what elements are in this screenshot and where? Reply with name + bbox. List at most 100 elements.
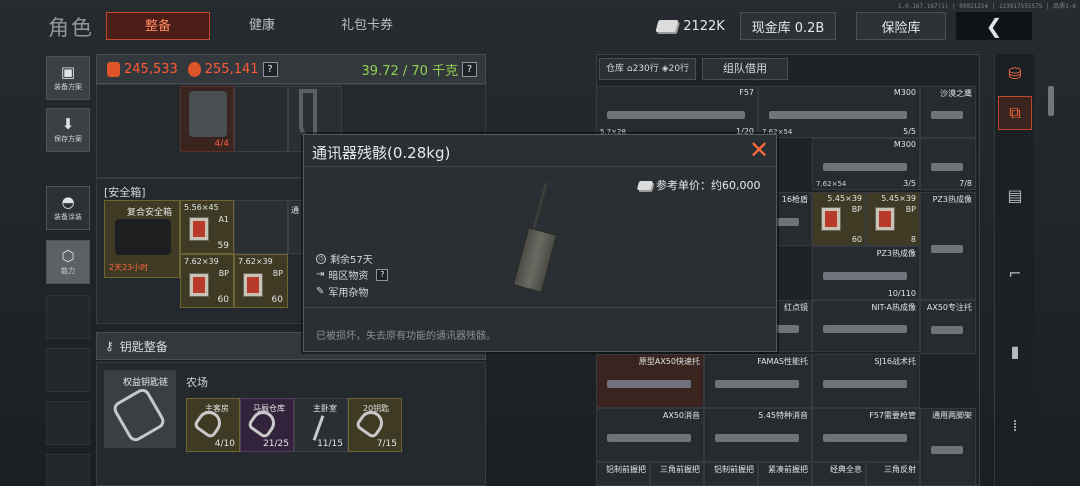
item-name: AX50消音 [662, 411, 700, 420]
sidebar-loadout-plan[interactable]: ▣ 装备方案 [46, 56, 90, 100]
item-name: AX50专注托 [926, 303, 972, 312]
inventory-tab-storage[interactable]: 仓库 ⌂230行 ◈20行 [599, 58, 697, 80]
equipment-slot[interactable]: 4/4 [180, 86, 234, 152]
inventory-cell[interactable]: 铝制前握把 [704, 462, 758, 486]
inventory-cell[interactable]: F57 5.7×28 1/20 [596, 86, 758, 138]
inventory-cell[interactable]: 通用两脚架 [920, 408, 976, 486]
safe-button[interactable]: 保险库 [856, 12, 946, 40]
rifle-icon[interactable]: ⌐ [998, 256, 1032, 290]
safe-box-title-text: 安全箱 [108, 186, 142, 199]
weapon-part-icon [823, 272, 907, 280]
tab-label: 仓库 [606, 64, 625, 74]
inventory-cell[interactable]: 5.45特种消音 [704, 408, 812, 462]
item-name: 16枪盾 [781, 195, 808, 204]
helmet-icon: ◓ [61, 193, 75, 211]
sidebar-empty-slot [46, 348, 90, 392]
item-name: 5.45特种消音 [758, 411, 808, 420]
weapon-part-icon [769, 111, 907, 119]
magazine-icon[interactable]: ▮ [998, 334, 1032, 368]
inventory-cell[interactable]: 5.45×39 BP 60 [812, 192, 866, 246]
key-count: 11/15 [317, 439, 343, 449]
item-name: 紧凑前握把 [768, 465, 808, 474]
item-name: 5.45×39 [881, 194, 916, 203]
inventory-cell[interactable]: AX50消音 [596, 408, 704, 462]
exit-icon: ⇥ [316, 269, 325, 280]
price-label: 参考单价：约60,000 [656, 179, 761, 192]
sidebar-equipment-skin[interactable]: ◓ 装备涂装 [46, 186, 90, 230]
inventory-cell[interactable]: AX50专注托 [920, 300, 976, 354]
ticket-icon: ◈ [661, 64, 669, 74]
item-count: 3/5 [903, 179, 916, 188]
key-chain-slot[interactable]: 权益钥匙链 [104, 370, 176, 448]
cash-store-button[interactable]: 现金库 0.2B [740, 12, 836, 40]
inventory-cell[interactable]: 紧凑前握把 [758, 462, 812, 486]
inventory-tab-team-borrow[interactable]: 组队借用 [702, 58, 789, 80]
inventory-cell[interactable]: NIT-A热成像 [812, 300, 920, 352]
inventory-cell[interactable]: 铝制前握把 [596, 462, 650, 486]
safe-empty-slot[interactable] [234, 200, 288, 254]
vest-icon[interactable]: ▤ [998, 178, 1032, 212]
chevron-left-icon: ❮ [985, 14, 1003, 38]
key-slot[interactable]: 马厩仓库 21/25 [240, 398, 294, 452]
weapon-part-icon [931, 326, 963, 334]
layers-icon[interactable]: ⧉ [998, 96, 1032, 130]
inventory-cell[interactable]: 原型AX50快速托 [596, 354, 704, 408]
ammo-slot[interactable]: 7.62×39 BP 60 [234, 254, 288, 308]
key-slot[interactable]: 主客房 4/10 [186, 398, 240, 452]
stats-bar: 245,533 255,141 ? 39.72 / 70 千克 ? [96, 54, 486, 84]
item-name: 5.45×39 [827, 194, 862, 203]
scrollbar[interactable] [1048, 86, 1054, 116]
sidebar-ability[interactable]: ⬡ 能力 [46, 240, 90, 284]
market-text: 暗区物资 [328, 271, 369, 282]
inventory-cell[interactable]: 三角反射 [866, 462, 920, 486]
tab-health[interactable]: 健康 [212, 12, 312, 40]
safe-box-icon [115, 219, 171, 255]
help-icon[interactable]: ? [262, 61, 278, 77]
game-screen: 角色 整备 健康 礼包卡券 1.0.167.167(1) | 09021254 … [0, 0, 1080, 486]
inventory-cell[interactable]: PZ3热成像 10/110 [812, 246, 920, 300]
safe-partial-slot[interactable]: 通 [288, 200, 304, 254]
key-chain-name: 权益钥匙链 [123, 378, 169, 388]
inventory-cell[interactable]: PZ3热成像 [920, 192, 976, 300]
sidebar-label: 装备涂装 [54, 213, 82, 221]
weight-help-icon[interactable]: ? [462, 61, 478, 77]
key-section-title: 钥匙整备 [119, 339, 168, 354]
build-info: 1.0.167.167(1) | 09021254 | 123917555575… [897, 3, 1076, 10]
inventory-cell[interactable]: 经典全息 [812, 462, 866, 486]
category-text: 军用杂物 [328, 288, 369, 299]
inventory-cell[interactable]: 7/8 [920, 138, 976, 190]
ammo-name: 7.62×39 [184, 257, 219, 266]
key-count: 4/10 [214, 439, 235, 449]
sidebar-save-plan[interactable]: ⬇ 保存方案 [46, 108, 90, 152]
key-slot[interactable]: 主卧室 11/15 [294, 398, 348, 452]
inventory-cell[interactable]: 三角前握把 [650, 462, 704, 486]
tab-equipment[interactable]: 整备 [106, 12, 210, 40]
ammo-slot[interactable]: 5.56×45 A1 59 [180, 200, 234, 254]
inventory-cell[interactable]: M300 7.62×54 3/5 [812, 138, 920, 190]
inventory-cell[interactable]: SJ16战术托 [812, 354, 920, 408]
item-pouch [189, 91, 227, 137]
inventory-cell[interactable]: M300 7.62×54 5/5 [758, 86, 920, 138]
inventory-cell[interactable]: FAMAS性能托 [704, 354, 812, 408]
close-icon[interactable]: ✕ [746, 138, 772, 164]
item-name: F57需要枪管 [869, 411, 916, 420]
inventory-cell[interactable]: 5.45×39 BP 8 [866, 192, 920, 246]
ammo-icon[interactable]: ⁞ [998, 408, 1032, 442]
tab-gift-coupons[interactable]: 礼包卡券 [312, 12, 422, 40]
sidebar-empty-slot [46, 295, 90, 339]
item-count: 5/5 [903, 127, 916, 136]
stack-icon[interactable]: ⛁ [998, 56, 1032, 90]
market-help-icon[interactable]: ? [376, 268, 389, 281]
container-name: 复合安全箱 [127, 208, 173, 218]
key-icon [312, 415, 325, 441]
key-name: 主卧室 [313, 404, 337, 413]
item-name: 铝制前握把 [714, 465, 754, 474]
ammo-slot[interactable]: 7.62×39 BP 60 [180, 254, 234, 308]
safe-container-slot[interactable]: 复合安全箱 2天23小时 [104, 200, 180, 278]
back-button[interactable]: ❮ [956, 12, 1032, 40]
equipment-slot-empty[interactable] [234, 86, 288, 152]
item-name: 三角反射 [884, 465, 916, 474]
inventory-cell[interactable]: F57需要枪管 [812, 408, 920, 462]
key-slot[interactable]: 20钥匙 7/15 [348, 398, 402, 452]
inventory-cell[interactable]: 沙漠之鹰 [920, 86, 976, 138]
